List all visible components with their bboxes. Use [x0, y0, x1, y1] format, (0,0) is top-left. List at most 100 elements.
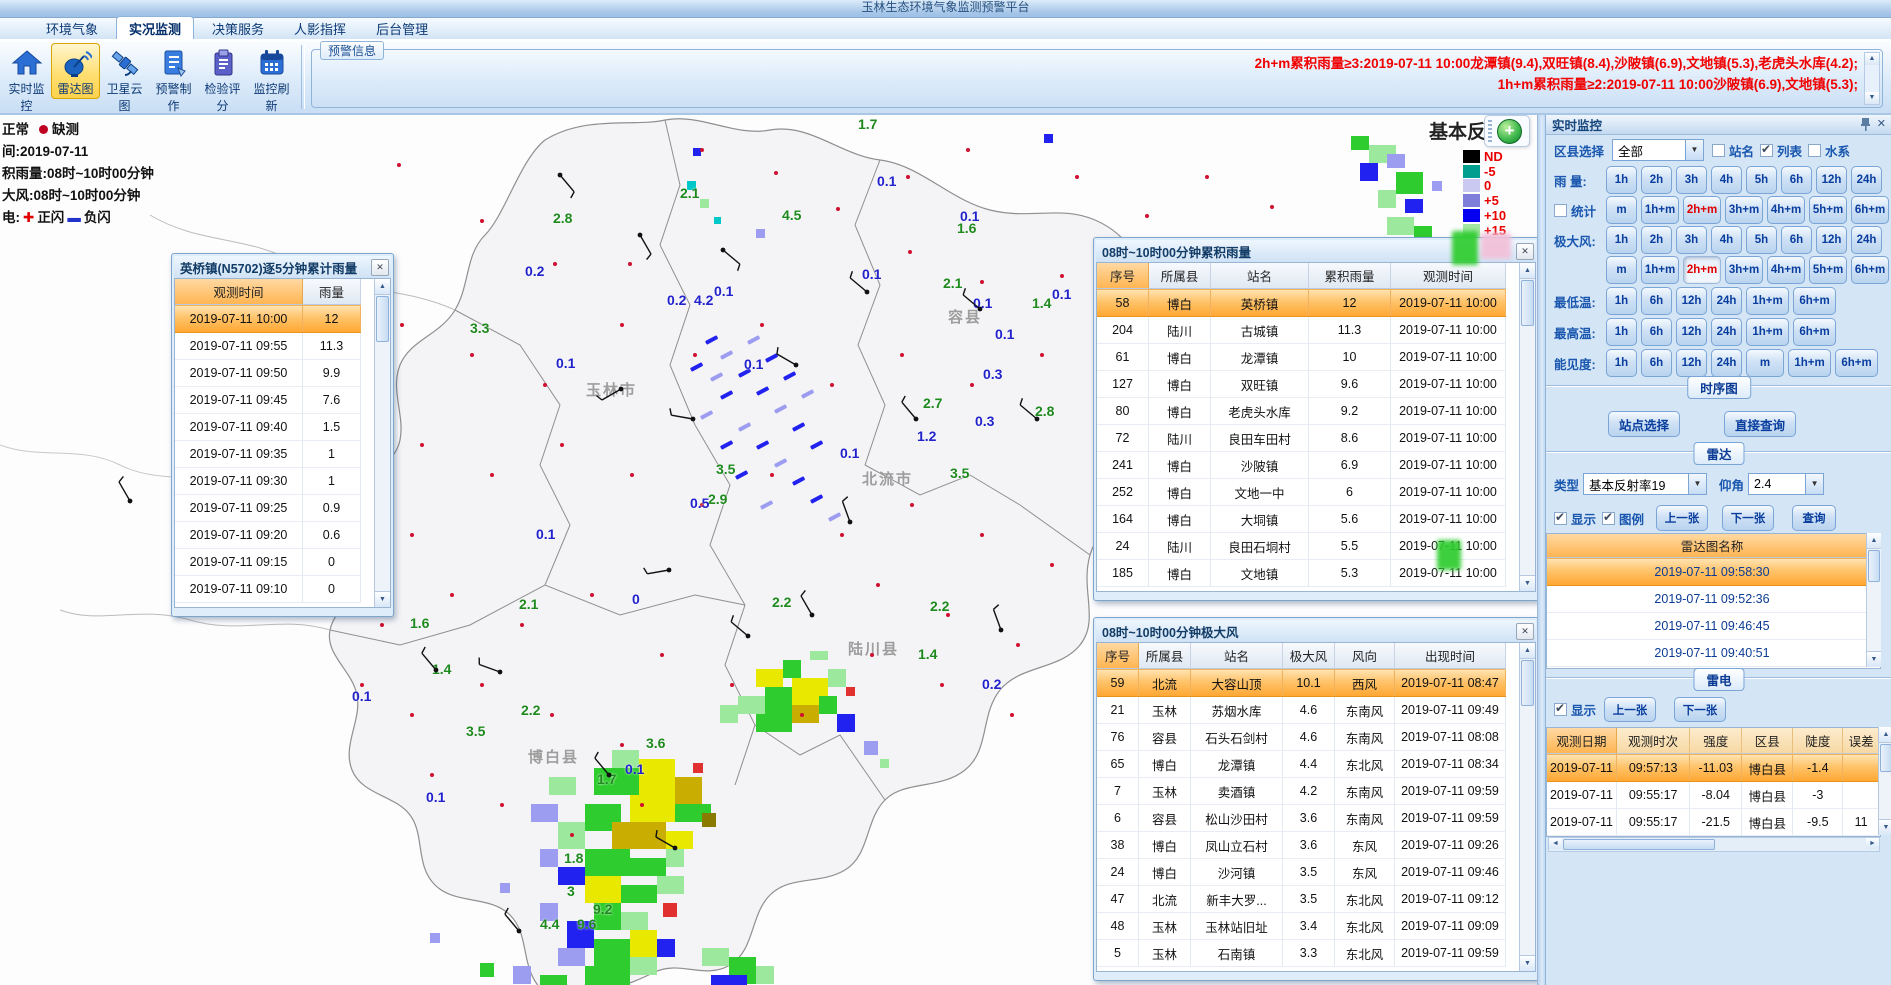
- period-button-2h+m[interactable]: 2h+m: [1683, 196, 1721, 224]
- table-row[interactable]: 48玉林玉林站旧址3.4东北风2019-07-11 09:09: [1097, 913, 1506, 940]
- menu-tab-决策服务[interactable]: 决策服务: [200, 17, 276, 39]
- lightning-show-checkbox[interactable]: [1554, 703, 1567, 716]
- period-button-6h[interactable]: 6h: [1641, 287, 1672, 315]
- period-button-6h+m[interactable]: 6h+m: [1835, 349, 1878, 377]
- period-button-24h[interactable]: 24h: [1711, 318, 1742, 346]
- chevron-down-icon[interactable]: ▼: [1688, 474, 1706, 494]
- period-button-6h+m[interactable]: 6h+m: [1793, 287, 1836, 315]
- district-select[interactable]: 全部 ▼: [1612, 139, 1704, 161]
- scroll-down-icon[interactable]: ▼: [1520, 955, 1535, 971]
- toolbar-button-卫星云图[interactable]: 卫星云图: [100, 43, 149, 116]
- map-view[interactable]: 1.72.12.84.51.62.11.43.32.22.72.83.53.52…: [0, 115, 1537, 985]
- period-button-6h[interactable]: 6h: [1641, 318, 1672, 346]
- vertical-scrollbar[interactable]: ▲ ▼: [1519, 643, 1535, 971]
- vertical-scrollbar[interactable]: ▲ ▼: [1519, 263, 1535, 591]
- table-row[interactable]: 2019-07-11 10:0012: [175, 305, 361, 333]
- period-button-4h+m[interactable]: 4h+m: [1767, 256, 1805, 284]
- vertical-scrollbar[interactable]: ▲ ▼: [1878, 727, 1891, 835]
- column-header[interactable]: 站名: [1191, 643, 1283, 669]
- horizontal-scrollbar[interactable]: ◄ ►: [1548, 837, 1880, 852]
- scroll-up-icon[interactable]: ▲: [1867, 533, 1881, 549]
- period-button-m[interactable]: m: [1606, 196, 1637, 224]
- scroll-up-icon[interactable]: ▲: [1879, 727, 1891, 743]
- table-row[interactable]: 204陆川古城镇11.32019-07-11 10:00: [1097, 317, 1506, 344]
- scroll-up-icon[interactable]: ▲: [375, 279, 390, 295]
- period-button-1h+m[interactable]: 1h+m: [1746, 318, 1789, 346]
- period-button-1h[interactable]: 1h: [1606, 226, 1637, 254]
- column-header[interactable]: 误差: [1843, 728, 1880, 754]
- period-button-24h[interactable]: 24h: [1711, 349, 1742, 377]
- station-rain-window[interactable]: 英桥镇(N5702)逐5分钟累计雨量 ✕ 观测时间雨量2019-07-11 10…: [171, 253, 394, 617]
- period-button-4h[interactable]: 4h: [1711, 166, 1742, 194]
- table-row[interactable]: 59北流大容山顶10.1西风2019-07-11 08:47: [1097, 669, 1506, 697]
- menu-tab-后台管理[interactable]: 后台管理: [364, 17, 440, 39]
- extreme-wind-window[interactable]: 08时~10时00分钟极大风 ✕ 序号所属县站名极大风风向出现时间59北流大容山…: [1093, 617, 1537, 981]
- chevron-down-icon[interactable]: ▼: [1805, 474, 1823, 494]
- close-icon[interactable]: ✕: [1516, 243, 1534, 260]
- period-button-1h[interactable]: 1h: [1606, 166, 1637, 194]
- period-button-2h[interactable]: 2h: [1641, 166, 1672, 194]
- period-button-3h[interactable]: 3h: [1676, 226, 1707, 254]
- scroll-left-icon[interactable]: ◄: [1549, 838, 1562, 849]
- scroll-thumb[interactable]: [1563, 839, 1715, 850]
- column-header[interactable]: 区县: [1742, 728, 1794, 754]
- table-row[interactable]: 2019-07-11 09:509.9: [175, 360, 361, 387]
- scroll-thumb[interactable]: [1880, 744, 1891, 772]
- period-button-3h+m[interactable]: 3h+m: [1725, 196, 1763, 224]
- period-button-m[interactable]: m: [1746, 349, 1784, 377]
- toolbar-button-实时监控[interactable]: 实时监控: [2, 43, 51, 116]
- column-header[interactable]: 观测日期: [1547, 728, 1617, 754]
- scroll-right-icon[interactable]: ►: [1866, 838, 1879, 849]
- period-button-1h[interactable]: 1h: [1606, 318, 1637, 346]
- lightning-prev-button[interactable]: 上一张: [1604, 697, 1656, 722]
- radar-image-row[interactable]: 2019-07-11 09:40:51: [1547, 640, 1880, 667]
- table-row[interactable]: 2019-07-11 09:301: [175, 468, 361, 495]
- period-button-6h[interactable]: 6h: [1641, 349, 1672, 377]
- layer-站名-checkbox[interactable]: [1712, 144, 1725, 157]
- period-button-6h+m[interactable]: 6h+m: [1793, 318, 1836, 346]
- radar-legend-checkbox[interactable]: [1602, 512, 1615, 525]
- period-button-4h[interactable]: 4h: [1711, 226, 1742, 254]
- period-button-1h[interactable]: 1h: [1606, 349, 1637, 377]
- table-row[interactable]: 2019-07-11 09:100: [175, 576, 361, 603]
- period-button-5h[interactable]: 5h: [1746, 226, 1777, 254]
- add-layer-icon[interactable]: +: [1497, 119, 1522, 144]
- period-button-1h+m[interactable]: 1h+m: [1641, 256, 1679, 284]
- table-row[interactable]: 164博白大垌镇5.62019-07-11 10:00: [1097, 506, 1506, 533]
- radar-image-row[interactable]: 2019-07-11 09:52:36: [1547, 586, 1880, 613]
- table-row[interactable]: 2019-07-11 09:457.6: [175, 387, 361, 414]
- column-header[interactable]: 陡度: [1793, 728, 1843, 754]
- period-button-6h[interactable]: 6h: [1781, 226, 1812, 254]
- table-row[interactable]: 2019-07-11 09:150: [175, 549, 361, 576]
- table-row[interactable]: 2019-07-11 09:200.6: [175, 522, 361, 549]
- window-titlebar[interactable]: 英桥镇(N5702)逐5分钟累计雨量 ✕: [174, 256, 391, 278]
- period-button-24h[interactable]: 24h: [1851, 226, 1882, 254]
- table-row[interactable]: 7玉林卖酒镇4.2东南风2019-07-11 09:59: [1097, 778, 1506, 805]
- table-row[interactable]: 2019-07-11 09:401.5: [175, 414, 361, 441]
- scroll-down-icon[interactable]: ▼: [1879, 819, 1891, 835]
- radar-image-row[interactable]: 2019-07-11 09:46:45: [1547, 613, 1880, 640]
- table-row[interactable]: 2019-07-11 09:5511.3: [175, 333, 361, 360]
- layer-列表-checkbox[interactable]: [1760, 144, 1773, 157]
- period-button-1h[interactable]: 1h: [1606, 287, 1637, 315]
- period-button-3h[interactable]: 3h: [1676, 166, 1707, 194]
- accumulated-rain-window[interactable]: 08时~10时00分钟累积雨量 ✕ 序号所属县站名累积雨量观测时间58博白英桥镇…: [1093, 237, 1537, 601]
- period-button-5h+m[interactable]: 5h+m: [1809, 256, 1847, 284]
- period-button-6h[interactable]: 6h: [1781, 166, 1812, 194]
- vertical-scrollbar[interactable]: ▲ ▼: [374, 279, 390, 607]
- radar-next-button[interactable]: 下一张: [1722, 505, 1774, 531]
- period-button-1h+m[interactable]: 1h+m: [1746, 287, 1789, 315]
- layer-水系-checkbox[interactable]: [1808, 144, 1821, 157]
- toolbar-button-检验评分[interactable]: 检验评分: [198, 43, 247, 116]
- table-row[interactable]: 127博白双旺镇9.62019-07-11 10:00: [1097, 371, 1506, 398]
- toolbar-button-监控刷新[interactable]: 监控刷新: [247, 43, 296, 116]
- scroll-down-icon[interactable]: ▼: [1865, 92, 1879, 104]
- scroll-up-icon[interactable]: ▲: [1520, 643, 1535, 659]
- table-row[interactable]: 38博白凤山立石村3.6东风2019-07-11 09:26: [1097, 832, 1506, 859]
- table-row[interactable]: 2019-07-11 09:351: [175, 441, 361, 468]
- scroll-thumb[interactable]: [1521, 280, 1534, 326]
- column-header[interactable]: 站名: [1211, 263, 1309, 289]
- scroll-down-icon[interactable]: ▼: [1520, 575, 1535, 591]
- period-button-24h[interactable]: 24h: [1711, 287, 1742, 315]
- scroll-thumb[interactable]: [1868, 550, 1880, 582]
